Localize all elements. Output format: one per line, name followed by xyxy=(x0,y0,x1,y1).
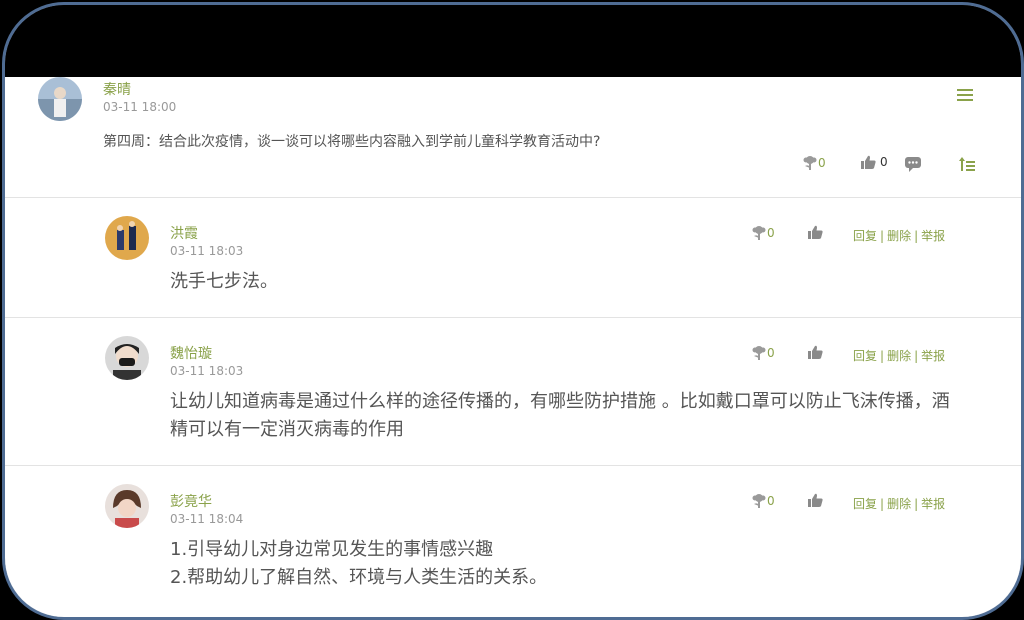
avatar[interactable] xyxy=(105,216,149,260)
post-flower-count: 0 xyxy=(818,156,826,170)
delete-link[interactable]: 删除 xyxy=(887,349,911,363)
menu-icon[interactable] xyxy=(957,89,973,103)
post-author-name[interactable]: 秦晴 xyxy=(103,79,131,99)
device-frame: 秦晴 03-11 18:00 第四周：结合此次疫情，谈一谈可以将哪些内容融入到学… xyxy=(2,2,1024,620)
reply-content-line: 精可以有一定消灭病毒的作用 xyxy=(170,419,404,440)
reply-actions: 回复 | 删除 | 举报 xyxy=(853,495,945,512)
thumbs-up-icon[interactable] xyxy=(808,345,823,359)
reply-flower-stat[interactable]: 0 xyxy=(752,493,775,509)
flower-icon xyxy=(803,156,817,170)
reply-link[interactable]: 回复 xyxy=(853,349,877,363)
delete-link[interactable]: 删除 xyxy=(887,497,911,511)
reply-item: 洪霞 03-11 18:03 0 回复 | 删除 | 举报 洗手七步法。 xyxy=(5,198,1021,318)
top-black-bar xyxy=(5,5,1021,77)
reply-content-line: 让幼儿知道病毒是通过什么样的途径传播的，有哪些防护措施 。比如戴口罩可以防止飞沫… xyxy=(170,391,950,412)
delete-link[interactable]: 删除 xyxy=(887,229,911,243)
avatar[interactable] xyxy=(105,484,149,528)
post-time: 03-11 18:00 xyxy=(103,100,177,114)
reply-time: 03-11 18:03 xyxy=(170,244,244,258)
separator: | xyxy=(880,229,885,243)
flower-icon xyxy=(752,494,766,508)
reply-flower-stat[interactable]: 0 xyxy=(752,225,775,241)
post-like-count: 0 xyxy=(880,155,888,169)
separator: | xyxy=(880,497,885,511)
reply-flower-count: 0 xyxy=(767,494,775,508)
reply-actions: 回复 | 删除 | 举报 xyxy=(853,347,945,364)
separator: | xyxy=(880,349,885,363)
thumbs-up-icon[interactable] xyxy=(808,493,823,507)
reply-time: 03-11 18:03 xyxy=(170,364,244,378)
reply-author-name[interactable]: 魏怡璇 xyxy=(170,343,212,363)
flower-icon xyxy=(752,346,766,360)
pin-top-icon[interactable] xyxy=(959,157,975,171)
post-like-stat[interactable]: 0 xyxy=(861,155,888,169)
report-link[interactable]: 举报 xyxy=(921,229,945,243)
thumbs-up-icon[interactable] xyxy=(808,225,823,239)
reply-flower-count: 0 xyxy=(767,226,775,240)
reply-item: 彭竟华 03-11 18:04 0 回复 | 删除 | 举报 1.引导幼儿对身边常见发生… xyxy=(5,466,1021,617)
flower-icon xyxy=(752,226,766,240)
reply-time: 03-11 18:04 xyxy=(170,512,244,526)
separator: | xyxy=(914,497,919,511)
avatar[interactable] xyxy=(38,77,82,121)
reply-content-line: 1.引导幼儿对身边常见发生的事情感兴趣 xyxy=(170,539,494,560)
reply-item: 魏怡璇 03-11 18:03 0 回复 | 删除 | 举报 让幼儿知道病毒是通过什么样… xyxy=(5,318,1021,466)
post-content: 第四周：结合此次疫情，谈一谈可以将哪些内容融入到学前儿童科学教育活动中? xyxy=(103,134,601,150)
main-post: 秦晴 03-11 18:00 第四周：结合此次疫情，谈一谈可以将哪些内容融入到学… xyxy=(5,77,1021,198)
reply-actions: 回复 | 删除 | 举报 xyxy=(853,227,945,244)
reply-link[interactable]: 回复 xyxy=(853,497,877,511)
comment-thread: 秦晴 03-11 18:00 第四周：结合此次疫情，谈一谈可以将哪些内容融入到学… xyxy=(5,77,1021,617)
reply-author-name[interactable]: 洪霞 xyxy=(170,223,198,243)
comment-icon[interactable] xyxy=(905,157,921,172)
reply-flower-count: 0 xyxy=(767,346,775,360)
report-link[interactable]: 举报 xyxy=(921,349,945,363)
reply-link[interactable]: 回复 xyxy=(853,229,877,243)
post-flower-stat[interactable]: 0 xyxy=(803,155,826,171)
report-link[interactable]: 举报 xyxy=(921,497,945,511)
reply-flower-stat[interactable]: 0 xyxy=(752,345,775,361)
reply-content-line: 洗手七步法。 xyxy=(170,271,278,292)
avatar[interactable] xyxy=(105,336,149,380)
separator: | xyxy=(914,349,919,363)
reply-content-line: 2.帮助幼儿了解自然、环境与人类生活的关系。 xyxy=(170,567,548,588)
thumbs-up-icon xyxy=(861,155,876,169)
reply-author-name[interactable]: 彭竟华 xyxy=(170,491,212,511)
separator: | xyxy=(914,229,919,243)
